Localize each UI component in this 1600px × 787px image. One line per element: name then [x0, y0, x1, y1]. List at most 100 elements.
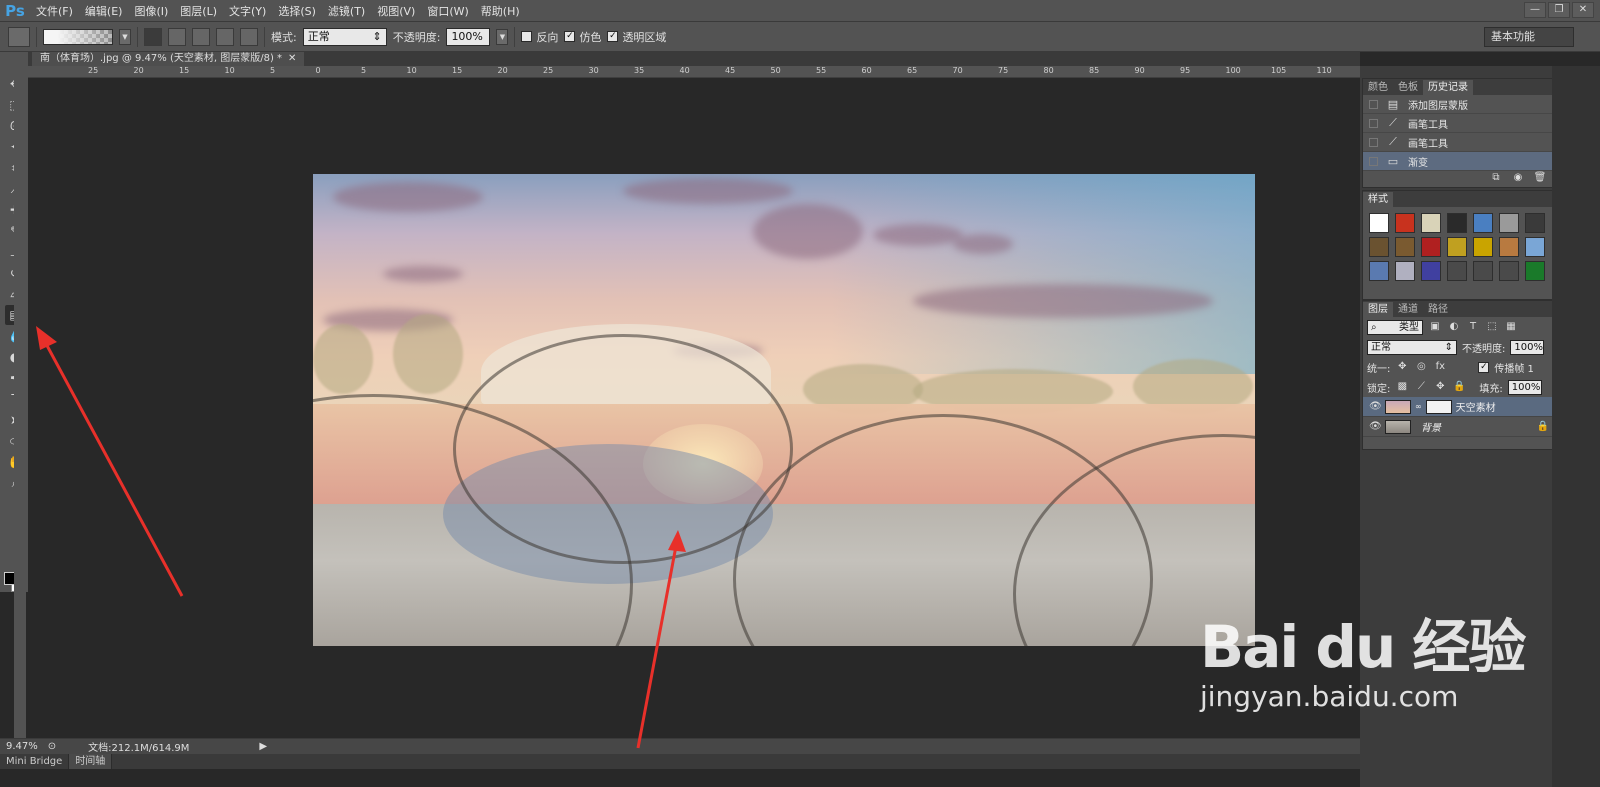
history-item[interactable]: ⟋ 画笔工具 — [1363, 114, 1557, 133]
mode-select[interactable]: 正常 ⇕ — [302, 27, 387, 46]
minimize-button[interactable]: — — [1524, 2, 1546, 18]
menu-view[interactable]: 视图(V) — [371, 3, 421, 19]
radial-gradient-button[interactable] — [168, 27, 186, 46]
chain-link-icon[interactable]: ∞ — [1415, 402, 1422, 411]
tab-timeline[interactable]: 时间轴 — [69, 754, 113, 769]
menu-filter[interactable]: 滤镜(T) — [322, 3, 371, 19]
new-document-from-state-icon[interactable]: ⧉ — [1489, 171, 1503, 185]
style-swatch[interactable] — [1369, 213, 1389, 233]
history-item[interactable]: ▭ 渐变 — [1363, 152, 1557, 171]
layer-opacity-input[interactable]: 100% — [1510, 339, 1545, 355]
style-swatch[interactable] — [1525, 237, 1545, 257]
history-item[interactable]: ⟋ 画笔工具 — [1363, 133, 1557, 152]
style-swatch[interactable] — [1421, 261, 1441, 281]
history-checkbox[interactable] — [1369, 99, 1378, 109]
style-swatch[interactable] — [1447, 237, 1467, 257]
unify-visibility-icon[interactable]: ◎ — [1414, 360, 1428, 374]
propagate-check-box[interactable]: ✓ — [1478, 361, 1490, 373]
zoom-level[interactable]: 9.47% — [6, 741, 38, 752]
gradient-preview[interactable] — [43, 28, 113, 45]
lock-all-icon[interactable]: 🔒 — [1452, 380, 1466, 394]
opacity-input[interactable]: 100% — [446, 27, 491, 46]
gradient-picker-arrow-icon[interactable]: ▼ — [119, 28, 131, 45]
type-filter-icon[interactable]: T — [1466, 320, 1480, 334]
layer-row[interactable]: 👁 ∞ 天空素材 — [1363, 397, 1557, 417]
style-swatch[interactable] — [1421, 237, 1441, 257]
tab-paths[interactable]: 路径 — [1423, 302, 1453, 317]
restore-button[interactable]: ❐ — [1548, 2, 1570, 18]
layer-kind-filter[interactable]: ⌕ 类型 — [1367, 319, 1423, 335]
menu-window[interactable]: 窗口(W) — [421, 3, 474, 19]
tab-layers[interactable]: 图层 — [1363, 302, 1393, 317]
reverse-check-box[interactable] — [521, 31, 533, 42]
status-info-icon[interactable]: ⊙ — [48, 741, 56, 752]
eye-icon[interactable]: 👁 — [1369, 421, 1382, 432]
transparency-checkbox[interactable]: ✓ 透明区域 — [607, 29, 666, 45]
close-tab-icon[interactable]: ✕ — [288, 52, 296, 66]
menu-image[interactable]: 图像(I) — [128, 3, 174, 19]
eye-icon[interactable]: 👁 — [1369, 401, 1382, 412]
lock-transparency-icon[interactable]: ▩ — [1395, 380, 1409, 394]
style-swatch[interactable] — [1499, 237, 1519, 257]
status-menu-arrow-icon[interactable]: ▶ — [259, 741, 267, 752]
layer-mask-thumbnail[interactable] — [1425, 399, 1452, 414]
style-swatch[interactable] — [1473, 261, 1493, 281]
style-swatch[interactable] — [1395, 237, 1415, 257]
lock-position-icon[interactable]: ✥ — [1433, 380, 1447, 394]
tab-styles[interactable]: 样式 — [1363, 192, 1393, 207]
angle-gradient-button[interactable] — [192, 27, 210, 46]
style-swatch[interactable] — [1369, 261, 1389, 281]
style-swatch[interactable] — [1499, 213, 1519, 233]
style-swatch[interactable] — [1421, 213, 1441, 233]
document-tab[interactable]: 南（体育场）.jpg @ 9.47% (天空素材, 图层蒙版/8) * ✕ — [32, 52, 305, 66]
style-swatch[interactable] — [1473, 237, 1493, 257]
menu-file[interactable]: 文件(F) — [30, 3, 79, 19]
menu-help[interactable]: 帮助(H) — [475, 3, 526, 19]
transparency-check-box[interactable]: ✓ — [607, 31, 619, 42]
style-swatch[interactable] — [1525, 213, 1545, 233]
style-swatch[interactable] — [1395, 261, 1415, 281]
tab-channels[interactable]: 通道 — [1393, 302, 1423, 317]
style-swatch[interactable] — [1525, 261, 1545, 281]
tab-swatches[interactable]: 色板 — [1393, 80, 1423, 95]
adjustment-filter-icon[interactable]: ◐ — [1447, 320, 1461, 334]
history-item[interactable]: ▤ 添加图层蒙版 — [1363, 95, 1557, 114]
layer-row[interactable]: 👁 背景 🔒 — [1363, 417, 1557, 437]
tab-color[interactable]: 颜色 — [1363, 80, 1393, 95]
tool-preset-picker[interactable] — [8, 26, 30, 47]
shape-filter-icon[interactable]: ⬚ — [1485, 320, 1499, 334]
reverse-checkbox[interactable]: 反向 — [521, 29, 558, 45]
linear-gradient-button[interactable] — [144, 27, 162, 46]
menu-select[interactable]: 选择(S) — [272, 3, 322, 19]
style-swatch[interactable] — [1447, 213, 1467, 233]
tab-history[interactable]: 历史记录 — [1423, 80, 1473, 95]
snapshot-icon[interactable]: ◉ — [1511, 171, 1525, 185]
workspace-select[interactable]: 基本功能 — [1484, 27, 1574, 47]
tab-mini-bridge[interactable]: Mini Bridge — [0, 754, 70, 769]
style-swatch[interactable] — [1369, 237, 1389, 257]
style-swatch[interactable] — [1499, 261, 1519, 281]
style-swatch[interactable] — [1473, 213, 1493, 233]
blend-mode-select[interactable]: 正常 ⇕ — [1367, 339, 1457, 355]
history-checkbox[interactable] — [1369, 118, 1378, 128]
menu-edit[interactable]: 编辑(E) — [79, 3, 129, 19]
menu-type[interactable]: 文字(Y) — [223, 3, 272, 19]
pixel-filter-icon[interactable]: ▣ — [1428, 320, 1442, 334]
document-image[interactable] — [313, 174, 1255, 646]
style-swatch[interactable] — [1447, 261, 1467, 281]
smart-object-filter-icon[interactable]: ▦ — [1504, 320, 1518, 334]
reflected-gradient-button[interactable] — [216, 27, 234, 46]
dither-checkbox[interactable]: ✓ 仿色 — [564, 29, 601, 45]
style-swatch[interactable] — [1395, 213, 1415, 233]
close-button[interactable]: ✕ — [1572, 2, 1594, 18]
diamond-gradient-button[interactable] — [240, 27, 258, 46]
history-checkbox[interactable] — [1369, 156, 1378, 166]
unify-position-icon[interactable]: ✥ — [1395, 360, 1409, 374]
canvas-area[interactable] — [28, 78, 1360, 738]
history-checkbox[interactable] — [1369, 137, 1378, 147]
trash-icon[interactable]: 🗑 — [1533, 171, 1547, 185]
opacity-slider-arrow-icon[interactable]: ▼ — [496, 28, 509, 45]
menu-layer[interactable]: 图层(L) — [174, 3, 223, 19]
lock-pixels-icon[interactable]: ⟋ — [1414, 380, 1428, 394]
fill-input[interactable]: 100% — [1507, 379, 1542, 395]
